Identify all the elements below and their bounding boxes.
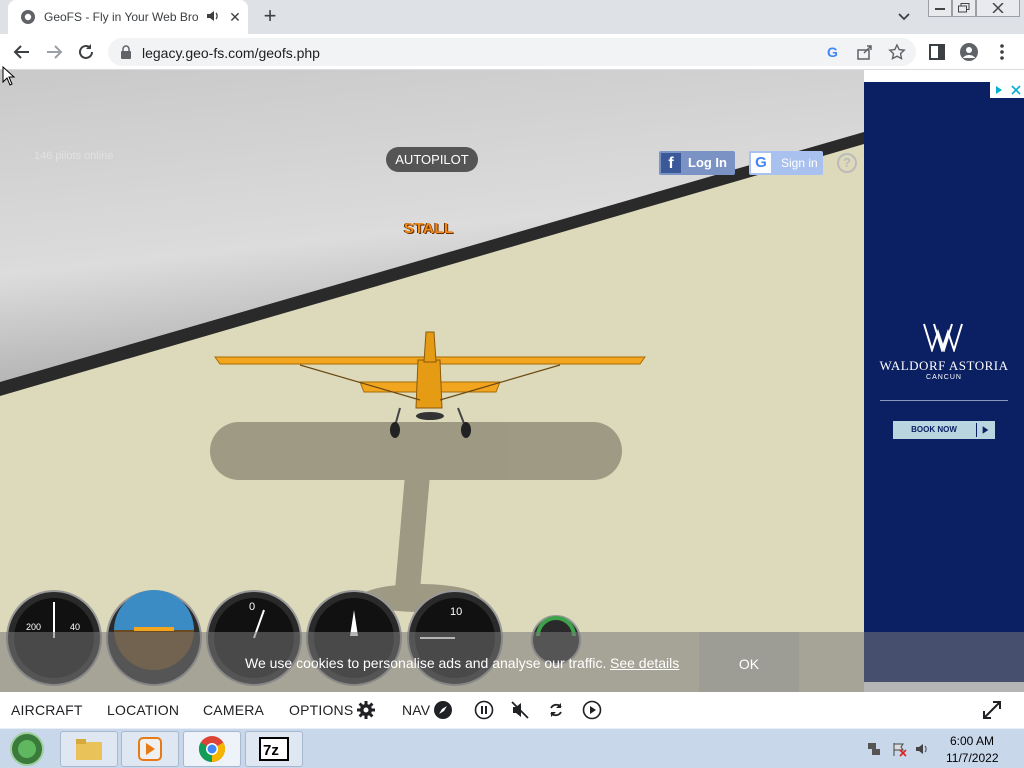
- menu-options[interactable]: OPTIONS: [289, 702, 353, 718]
- network-icon[interactable]: [866, 741, 882, 757]
- fullscreen-icon[interactable]: [981, 699, 1003, 721]
- restore-button[interactable]: [952, 0, 976, 17]
- profile-avatar-icon[interactable]: [959, 42, 979, 62]
- book-now-label: BOOK NOW: [911, 425, 957, 434]
- tab-title: GeoFS - Fly in Your Web Bro: [44, 10, 199, 24]
- menu-location[interactable]: LOCATION: [107, 702, 179, 718]
- media-player-icon: [138, 737, 162, 761]
- ad-brand-name: WALDORF ASTORIA: [879, 358, 1009, 373]
- stall-warning: STALL: [404, 220, 454, 237]
- help-icon[interactable]: ?: [837, 153, 857, 173]
- svg-text:200: 200: [26, 622, 41, 632]
- pilots-online-text: 146 pilots online: [34, 150, 114, 162]
- menu-camera[interactable]: CAMERA: [203, 702, 264, 718]
- start-orb-icon[interactable]: [8, 731, 46, 767]
- tab-search-chevron-icon[interactable]: [894, 8, 914, 26]
- google-signin-button[interactable]: G Sign in: [749, 151, 823, 175]
- google-icon: G: [751, 153, 771, 173]
- facebook-login-label: Log In: [688, 155, 727, 170]
- ad-location: CANCUN: [926, 374, 962, 381]
- url-text: legacy.geo-fs.com/geofs.php: [142, 45, 320, 61]
- browser-toolbar: legacy.geo-fs.com/geofs.php G: [0, 34, 1024, 70]
- volume-icon[interactable]: [914, 741, 930, 757]
- svg-text:40: 40: [70, 622, 80, 632]
- reload-icon[interactable]: [75, 41, 97, 63]
- svg-text:0: 0: [249, 601, 255, 613]
- chrome-icon: [198, 736, 226, 763]
- play-icon[interactable]: [582, 700, 602, 720]
- facebook-login-button[interactable]: f Log In: [659, 151, 735, 175]
- bookmark-star-icon[interactable]: [888, 43, 906, 61]
- book-now-button[interactable]: BOOK NOW: [893, 421, 995, 439]
- back-arrow-icon[interactable]: [11, 41, 33, 63]
- mouse-cursor-icon: [2, 66, 16, 86]
- svg-text:G: G: [827, 44, 838, 60]
- ad-divider: [880, 400, 1008, 401]
- advertisement-banner[interactable]: [864, 82, 1024, 682]
- address-bar[interactable]: legacy.geo-fs.com/geofs.php G: [108, 38, 916, 66]
- browser-tab[interactable]: GeoFS - Fly in Your Web Bro ✕: [8, 0, 248, 34]
- taskbar-media-player[interactable]: [121, 731, 179, 767]
- 7zip-icon: 7z: [259, 737, 289, 761]
- forward-arrow-icon[interactable]: [43, 41, 65, 63]
- folder-icon: [76, 739, 102, 760]
- new-tab-button[interactable]: +: [258, 4, 282, 28]
- action-center-flag-icon[interactable]: [891, 741, 907, 757]
- adchoices-icon[interactable]: [990, 82, 1024, 98]
- google-lens-icon[interactable]: G: [824, 43, 842, 61]
- taskbar-clock-date[interactable]: 11/7/2022: [946, 751, 999, 765]
- svg-text:7z: 7z: [263, 742, 279, 759]
- menu-aircraft[interactable]: AIRCRAFT: [11, 702, 83, 718]
- browser-menu-icon[interactable]: [992, 42, 1012, 62]
- autopilot-button[interactable]: AUTOPILOT: [386, 147, 478, 172]
- taskbar-file-explorer[interactable]: [60, 731, 118, 767]
- reset-refresh-icon[interactable]: [546, 700, 566, 720]
- cookie-message: We use cookies to personalise ads and an…: [245, 655, 607, 671]
- compass-icon[interactable]: [433, 700, 453, 720]
- taskbar-7zip[interactable]: 7z: [245, 731, 303, 767]
- google-signin-label: Sign in: [781, 156, 818, 170]
- svg-text:10: 10: [450, 606, 462, 618]
- cookie-details-link[interactable]: See details: [610, 655, 679, 671]
- pause-icon[interactable]: [474, 700, 494, 720]
- taskbar-clock-time[interactable]: 6:00 AM: [950, 734, 994, 748]
- speaker-icon[interactable]: [205, 8, 221, 24]
- browser-tab-strip: GeoFS - Fly in Your Web Bro ✕ +: [0, 0, 1024, 34]
- waldorf-astoria-logo-icon: [923, 323, 963, 352]
- cookie-consent-bar: We use cookies to personalise ads and an…: [0, 632, 1024, 692]
- mute-icon[interactable]: [510, 700, 530, 720]
- share-icon[interactable]: [856, 43, 874, 61]
- close-tab-icon[interactable]: ✕: [226, 8, 244, 26]
- cookie-ok-button[interactable]: OK: [699, 632, 799, 692]
- game-viewport[interactable]: 200 40 0 10 146 pilots online AUTOPILOT …: [0, 70, 864, 692]
- play-arrow-icon: [976, 423, 989, 437]
- close-window-button[interactable]: [976, 0, 1020, 17]
- minimize-button[interactable]: [928, 0, 952, 17]
- gear-icon[interactable]: [356, 700, 376, 720]
- facebook-icon: f: [661, 153, 681, 173]
- menu-nav[interactable]: NAV: [402, 702, 430, 718]
- globe-icon: [21, 10, 35, 24]
- lock-icon[interactable]: [120, 45, 132, 59]
- side-panel-icon[interactable]: [927, 42, 947, 62]
- windows-taskbar: 7z 6:00 AM 11/7/2022: [0, 728, 1024, 768]
- taskbar-chrome[interactable]: [183, 731, 241, 767]
- game-menu-bar: AIRCRAFT LOCATION CAMERA OPTIONS NAV: [0, 692, 1024, 728]
